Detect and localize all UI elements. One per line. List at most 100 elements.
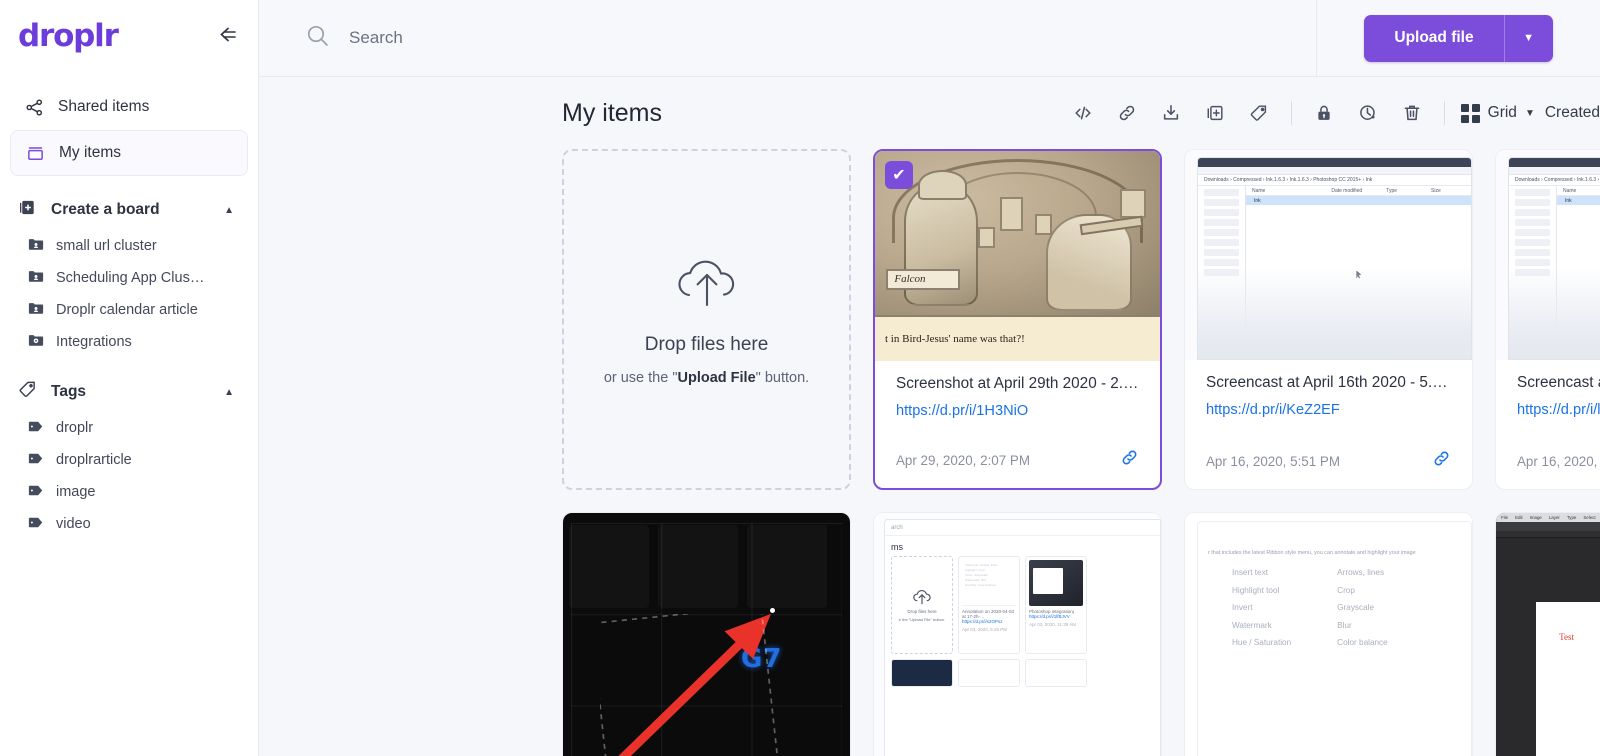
- search-bar[interactable]: [259, 0, 1316, 77]
- feature-item: Arrows, lines: [1337, 568, 1388, 577]
- main-content: Upload file ▼ My items: [259, 0, 1600, 756]
- sidebar-tag-item[interactable]: image: [0, 476, 258, 508]
- feature-item: Color balance: [1337, 638, 1388, 647]
- item-card[interactable]: ✔ Falcon t in: [873, 149, 1162, 490]
- search-icon: [305, 23, 331, 54]
- tag-small-icon: [28, 516, 44, 533]
- page-title: My items: [562, 99, 662, 128]
- board-label: Droplr calendar article: [56, 302, 198, 318]
- sidebar-tag-item[interactable]: video: [0, 508, 258, 540]
- sort-by-created[interactable]: Created: [1545, 104, 1600, 122]
- sidebar-item-shared-items[interactable]: Shared items: [10, 84, 248, 130]
- ps-menu-item: Layer: [1549, 515, 1560, 520]
- nested-c3-date: Apr 03, 2020, 11:39 AM: [1029, 619, 1083, 627]
- item-card[interactable]: r that includes the latest Ribbon style …: [1184, 512, 1473, 756]
- droplr-logo[interactable]: droplr: [18, 18, 118, 54]
- sidebar-group-label: Tags: [51, 383, 86, 401]
- item-card[interactable]: Downloads › Compressed › Ink.1.6.3 › Ink…: [1184, 149, 1473, 490]
- nested-drop-title: Drop files here: [907, 609, 936, 614]
- feature-list-right: Arrows, lines Crop Grayscale Blur Color …: [1337, 568, 1388, 647]
- view-mode-selector[interactable]: Grid ▼: [1455, 104, 1545, 123]
- item-body: Screencast at April 16th 2020 - 5.49… ht…: [1496, 360, 1600, 489]
- item-thumbnail: Falcon t in Bird-Jesus' name was that?!: [875, 151, 1160, 361]
- chevron-up-icon[interactable]: ▲: [224, 205, 234, 216]
- items-grid: Drop files here or use the "Upload File"…: [259, 149, 1600, 756]
- grid-view-icon: [1461, 104, 1480, 123]
- item-link[interactable]: https://d.pr/i/lZqfKr: [1517, 402, 1600, 418]
- item-card[interactable]: File Edit Image Layer Type Select Filter…: [1495, 512, 1600, 756]
- item-footer: Apr 16, 2020, 5:49 PM: [1517, 449, 1600, 489]
- upload-area: Upload file ▼: [1317, 15, 1600, 62]
- download-icon[interactable]: [1149, 91, 1193, 135]
- sidebar-board-item[interactable]: Integrations: [0, 326, 258, 358]
- lock-icon[interactable]: [1302, 91, 1346, 135]
- ps-canvas-text: Test: [1559, 632, 1574, 642]
- sidebar-tags-header[interactable]: Tags ▲: [0, 372, 258, 412]
- sidebar-board-item[interactable]: Droplr calendar article: [0, 294, 258, 326]
- embed-code-icon[interactable]: [1061, 91, 1105, 135]
- sidebar-item-label: My items: [59, 144, 121, 162]
- upload-file-button[interactable]: Upload file ▼: [1364, 15, 1552, 62]
- ps-menu-item: Type: [1567, 515, 1577, 520]
- upload-file-label: Upload file: [1364, 15, 1503, 62]
- expiration-clock-icon[interactable]: [1346, 91, 1390, 135]
- col-name: Name: [1557, 188, 1576, 194]
- feature-item: Hue / Saturation: [1232, 638, 1291, 647]
- feature-item: Crop: [1337, 586, 1388, 595]
- nested-c2-date: Apr 03, 2020, 5:26 PM: [962, 624, 1016, 632]
- sidebar-nav: Shared items My items: [0, 72, 258, 176]
- tag-label: image: [56, 484, 96, 500]
- item-link[interactable]: https://d.pr/i/1H3NiO: [896, 403, 1139, 419]
- col-type: Type: [1380, 188, 1397, 194]
- item-card[interactable]: arch ms Drop files here e the "Upload Fi…: [873, 512, 1162, 756]
- file-dropzone[interactable]: Drop files here or use the "Upload File"…: [562, 149, 851, 490]
- board-label: Scheduling App Clus…: [56, 270, 204, 286]
- item-thumbnail: Downloads › Compressed › Ink.1.6.3 › Ink…: [1185, 150, 1472, 360]
- board-icon: [25, 144, 45, 163]
- item-card[interactable]: G7: [562, 512, 851, 756]
- cloud-upload-icon: [669, 253, 745, 320]
- board-label: small url cluster: [56, 238, 157, 254]
- tag-icon: [18, 380, 37, 404]
- board-folder-icon: [28, 237, 44, 255]
- ps-menu-item: Edit: [1515, 515, 1523, 520]
- share-nodes-icon: [24, 98, 44, 117]
- search-input[interactable]: [349, 28, 849, 48]
- col-name: Name: [1246, 188, 1265, 194]
- toolbar-divider: [1291, 101, 1292, 125]
- dropzone-title: Drop files here: [645, 334, 769, 356]
- feature-item: Watermark: [1232, 621, 1291, 630]
- feature-list-left: Insert text Highlight tool Invert Waterm…: [1232, 568, 1291, 647]
- item-link[interactable]: https://d.pr/i/KeZ2EF: [1206, 402, 1451, 418]
- add-board-icon: [18, 198, 37, 222]
- sidebar-item-my-items[interactable]: My items: [10, 130, 248, 176]
- item-title: Screencast at April 16th 2020 - 5.50…: [1206, 374, 1451, 392]
- item-thumbnail: File Edit Image Layer Type Select Filter…: [1496, 513, 1600, 756]
- item-footer: Apr 16, 2020, 5:51 PM: [1206, 449, 1451, 489]
- copy-link-icon[interactable]: [1120, 448, 1139, 472]
- copy-link-icon[interactable]: [1105, 91, 1149, 135]
- item-thumbnail: arch ms Drop files here e the "Upload Fi…: [874, 513, 1161, 756]
- tag-icon[interactable]: [1237, 91, 1281, 135]
- item-date: Apr 16, 2020, 5:51 PM: [1206, 454, 1340, 469]
- collapse-panel-icon[interactable]: [216, 25, 238, 47]
- item-checkbox-checked[interactable]: ✔: [885, 161, 913, 189]
- sidebar-tag-item[interactable]: droplrarticle: [0, 444, 258, 476]
- sidebar-board-item[interactable]: small url cluster: [0, 230, 258, 262]
- sidebar-board-item[interactable]: Scheduling App Clus…: [0, 262, 258, 294]
- board-folder-gear-icon: [28, 333, 44, 351]
- items-toolbar: My items: [259, 77, 1600, 149]
- dz-pre: or use the ": [604, 370, 678, 386]
- sidebar-tag-item[interactable]: droplr: [0, 412, 258, 444]
- feature-item: Grayscale: [1337, 603, 1388, 612]
- feature-item: Blur: [1337, 621, 1388, 630]
- item-card[interactable]: Downloads › Compressed › Ink.1.6.3 › Ink…: [1495, 149, 1600, 490]
- chevron-down-icon[interactable]: ▼: [1505, 15, 1553, 62]
- add-to-board-icon[interactable]: [1193, 91, 1237, 135]
- sidebar-create-a-board[interactable]: Create a board ▲: [0, 190, 258, 230]
- copy-link-icon[interactable]: [1432, 449, 1451, 473]
- top-bar: Upload file ▼: [259, 0, 1600, 77]
- chevron-down-icon[interactable]: ▼: [1525, 108, 1535, 119]
- trash-icon[interactable]: [1390, 91, 1434, 135]
- chevron-up-icon[interactable]: ▲: [224, 387, 234, 398]
